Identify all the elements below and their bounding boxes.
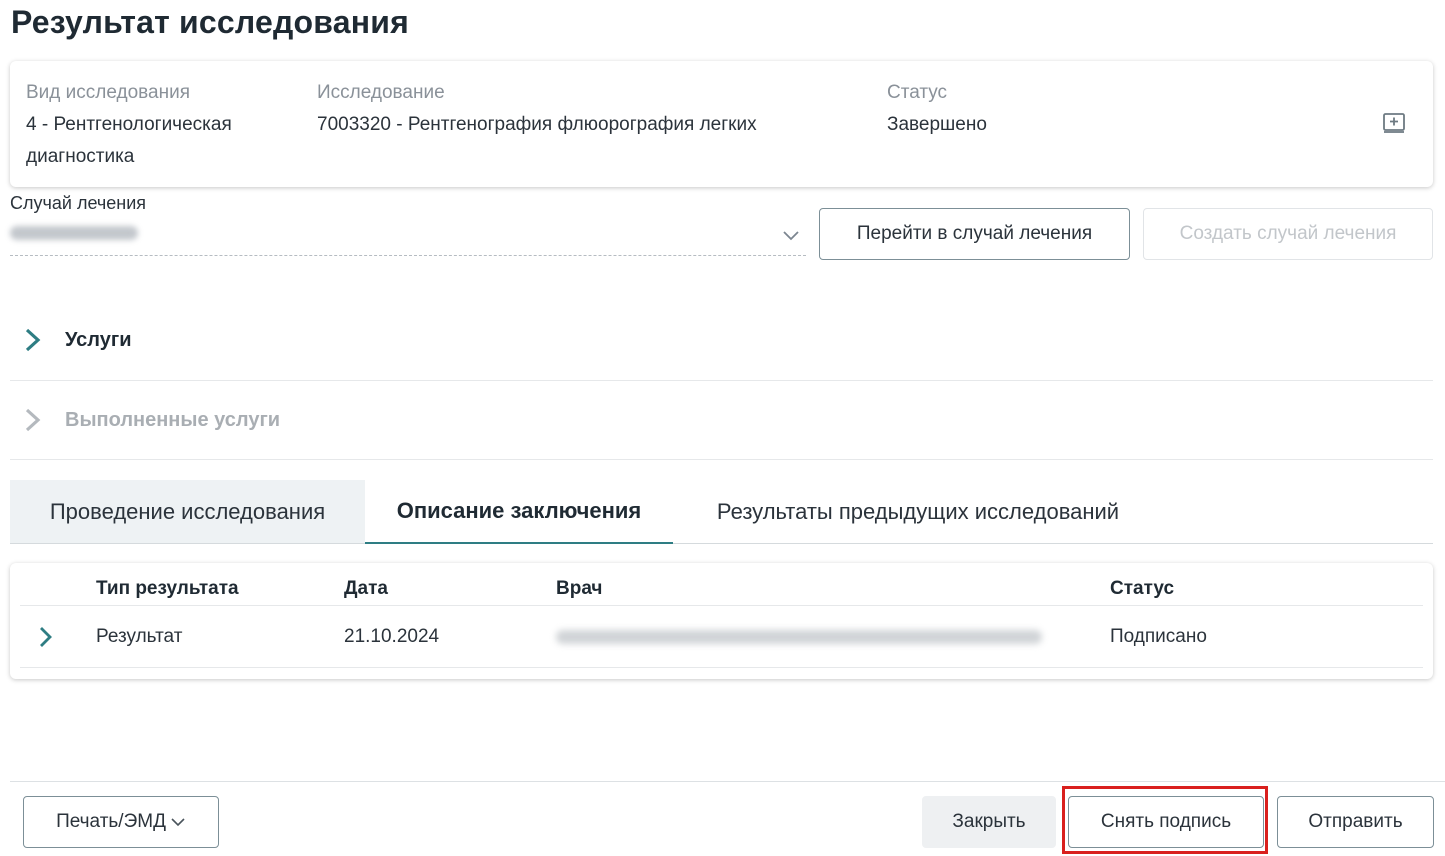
research-tabs: Проведение исследования Описание заключе…: [10, 480, 1433, 544]
research-info-card: Вид исследования 4 - Рентгенологическая …: [10, 61, 1433, 187]
treatment-case-label: Случай лечения: [10, 193, 146, 213]
research-name-label: Исследование: [317, 82, 445, 103]
research-type-label: Вид исследования: [26, 82, 190, 103]
chevron-down-icon: [171, 818, 185, 827]
send-button[interactable]: Отправить: [1277, 796, 1434, 848]
image-add-icon[interactable]: [1383, 113, 1405, 133]
column-header-result-type: Тип результата: [96, 578, 239, 599]
services-section-header[interactable]: Услуги: [10, 300, 1433, 380]
chevron-right-icon: [25, 408, 41, 432]
results-table: Тип результата Дата Врач Статус Результа…: [10, 563, 1433, 679]
research-result-page: Результат исследования Вид исследования …: [0, 0, 1445, 856]
services-section-title: Услуги: [65, 328, 132, 351]
row-status: Подписано: [1110, 626, 1207, 647]
column-header-doctor: Врач: [556, 578, 603, 599]
close-button[interactable]: Закрыть: [922, 796, 1056, 848]
research-status-label: Статус: [887, 82, 948, 103]
column-header-date: Дата: [344, 578, 388, 599]
research-status-field: Статус Завершено: [887, 81, 1187, 141]
research-status-value: Завершено: [887, 114, 987, 135]
print-emd-label: Печать/ЭМД: [56, 811, 166, 832]
research-name-field: Исследование 7003320 - Рентгенография фл…: [317, 81, 857, 141]
goto-treatment-case-button[interactable]: Перейти в случай лечения: [819, 208, 1130, 260]
research-type-value: 4 - Рентгенологическая диагностика: [26, 114, 232, 167]
tab-conclusion-description[interactable]: Описание заключения: [365, 480, 673, 544]
row-date: 21.10.2024: [344, 626, 440, 647]
row-result-type: Результат: [96, 626, 183, 647]
tab-previous-results[interactable]: Результаты предыдущих исследований: [673, 480, 1163, 543]
column-header-status: Статус: [1110, 578, 1175, 599]
research-type-field: Вид исследования 4 - Рентгенологическая …: [26, 81, 296, 173]
chevron-right-icon: [25, 328, 41, 352]
treatment-case-select[interactable]: [10, 218, 806, 256]
row-doctor-redacted: [556, 630, 1042, 644]
print-emd-button[interactable]: Печать/ЭМД: [23, 796, 219, 848]
done-services-section-title: Выполненные услуги: [65, 408, 281, 431]
tab-conducting-research[interactable]: Проведение исследования: [10, 480, 365, 543]
chevron-down-icon: [783, 231, 799, 241]
research-name-value: 7003320 - Рентгенография флюорография ле…: [317, 114, 757, 135]
page-title: Результат исследования: [11, 4, 409, 40]
remove-signature-button[interactable]: Снять подпись: [1068, 796, 1264, 848]
done-services-section-header[interactable]: Выполненные услуги: [10, 380, 1433, 460]
create-treatment-case-button: Создать случай лечения: [1143, 208, 1433, 260]
treatment-case-value-redacted: [10, 226, 138, 240]
chevron-right-icon[interactable]: [38, 626, 54, 648]
table-row: Результат 21.10.2024 Подписано: [20, 606, 1423, 668]
